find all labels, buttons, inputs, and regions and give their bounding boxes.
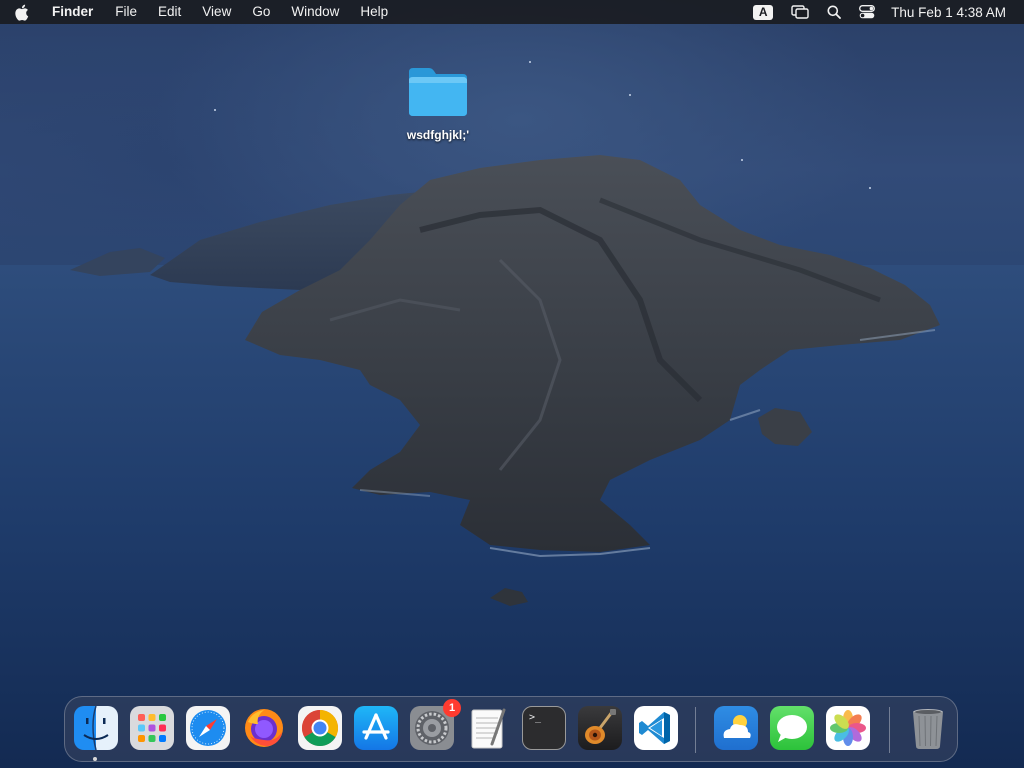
menu-app-finder[interactable]: Finder	[52, 0, 93, 24]
terminal-prompt-glyph: >_	[529, 712, 542, 723]
screen-mirroring-icon[interactable]	[791, 0, 809, 24]
firefox-icon	[242, 706, 286, 750]
dock-item-weather[interactable]	[713, 705, 759, 751]
dock-item-messages[interactable]	[769, 705, 815, 751]
dock-item-textedit[interactable]	[465, 705, 511, 751]
dock-item-firefox[interactable]	[241, 705, 287, 751]
island-landscape	[0, 61, 1024, 768]
dock-separator	[889, 707, 890, 753]
spotlight-search-icon[interactable]	[827, 0, 842, 24]
dock-item-terminal[interactable]: >_	[521, 705, 567, 751]
trash-icon	[906, 706, 950, 750]
desktop-folder-label: wsdfghjkl;'	[406, 128, 470, 142]
dock-separator	[695, 707, 696, 753]
dock-item-vscode[interactable]	[633, 705, 679, 751]
input-source-menu[interactable]: A	[753, 0, 774, 24]
control-center-icon[interactable]	[859, 0, 876, 24]
dock-item-trash[interactable]	[905, 705, 951, 751]
menu-help[interactable]: Help	[360, 0, 388, 24]
menu-file[interactable]: File	[115, 0, 137, 24]
terminal-icon: >_	[522, 706, 566, 750]
dock-item-photos[interactable]	[825, 705, 871, 751]
desktop-folder[interactable]: wsdfghjkl;'	[392, 64, 484, 154]
folder-icon	[409, 68, 467, 116]
menu-bar: Finder File Edit View Go Window Help A T…	[0, 0, 1024, 24]
weather-icon	[714, 706, 758, 750]
notification-badge: 1	[443, 699, 461, 717]
dock: 1 >_	[64, 696, 958, 762]
safari-icon	[186, 706, 230, 750]
apple-menu-icon[interactable]	[14, 3, 30, 21]
launchpad-icon	[130, 706, 174, 750]
menu-go[interactable]: Go	[252, 0, 270, 24]
menu-window[interactable]: Window	[291, 0, 339, 24]
finder-running-indicator	[93, 757, 97, 761]
input-source-badge: A	[753, 4, 774, 20]
dock-item-app-store[interactable]	[353, 705, 399, 751]
garageband-icon	[578, 706, 622, 750]
menubar-clock[interactable]: Thu Feb 1 4:38 AM	[891, 5, 1006, 20]
finder-icon	[74, 706, 118, 750]
dock-item-garageband[interactable]	[577, 705, 623, 751]
vscode-icon	[634, 706, 678, 750]
dock-item-finder[interactable]	[73, 705, 119, 751]
chrome-icon	[298, 706, 342, 750]
dock-item-safari[interactable]	[185, 705, 231, 751]
textedit-icon	[466, 706, 510, 750]
dock-item-chrome[interactable]	[297, 705, 343, 751]
messages-icon	[770, 706, 814, 750]
menu-view[interactable]: View	[202, 0, 231, 24]
menu-edit[interactable]: Edit	[158, 0, 181, 24]
dock-item-system-preferences[interactable]: 1	[409, 699, 461, 751]
desktop-wallpaper	[0, 0, 1024, 768]
dock-item-launchpad[interactable]	[129, 705, 175, 751]
photos-icon	[826, 706, 870, 750]
app-store-icon	[354, 706, 398, 750]
